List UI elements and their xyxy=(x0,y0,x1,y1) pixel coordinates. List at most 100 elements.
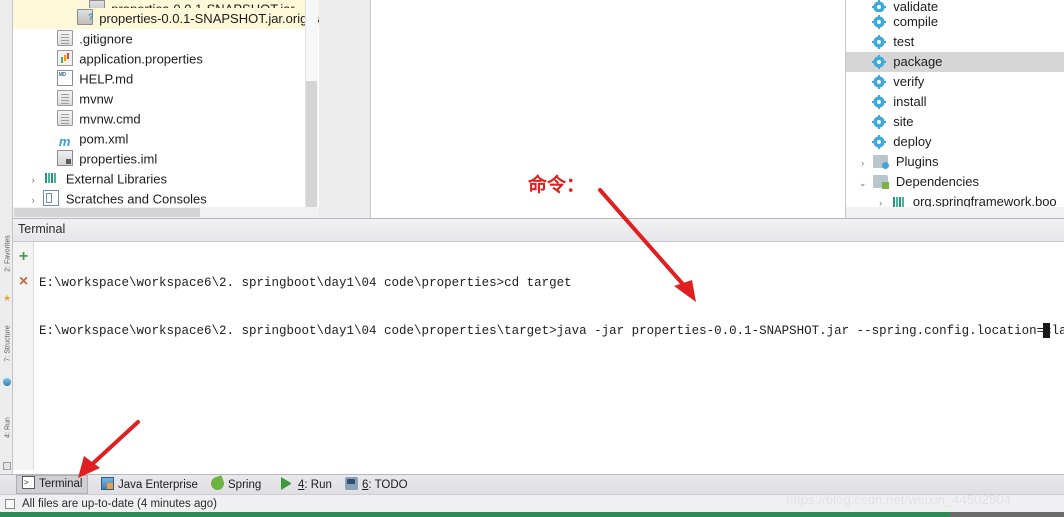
maven-row[interactable]: validate xyxy=(846,0,1064,12)
gear-icon xyxy=(871,115,886,129)
terminal-line: E:\workspace\workspace6\2. springboot\da… xyxy=(39,276,572,290)
left-strip-tab-2[interactable]: 4: Run xyxy=(5,398,12,458)
chevron-right-icon[interactable]: › xyxy=(856,153,870,173)
gear-icon xyxy=(871,15,886,29)
maven-goal-label: test xyxy=(893,34,915,49)
terminal-line: E:\workspace\workspace6\2. springboot\da… xyxy=(39,324,1064,338)
jar-icon xyxy=(88,0,105,8)
tree-row[interactable]: mvnw.cmd xyxy=(13,109,319,129)
chevron-right-icon[interactable]: › xyxy=(27,170,40,190)
bottom-tab-run[interactable]: 4: Run xyxy=(276,475,337,495)
iml-file-icon xyxy=(56,150,73,166)
spring-leaf-icon xyxy=(209,475,226,492)
star-icon: ★ xyxy=(3,293,12,303)
terminal-title: Terminal xyxy=(18,222,66,236)
tree-item-label: application.properties xyxy=(79,51,203,67)
todo-icon xyxy=(345,477,358,490)
chevron-right-icon[interactable]: › xyxy=(874,193,888,207)
bottom-tab-label: : TODO xyxy=(368,479,408,491)
maven-group-label: Plugins xyxy=(895,154,939,169)
folder-icon xyxy=(873,175,890,189)
maven-panel-footer xyxy=(846,207,1064,218)
bottom-tab-label: Spring xyxy=(228,479,262,491)
sync-status-icon xyxy=(5,499,15,509)
ide-window: 2: Favorites ★ 7: Structure 4: Run prope… xyxy=(0,0,1064,517)
maven-tool-window[interactable]: validate compile test package verify ins… xyxy=(846,0,1064,207)
tree-item-label: pom.xml xyxy=(79,131,129,147)
maven-row[interactable]: site xyxy=(846,112,1064,132)
project-tree[interactable]: properties-0.0.1-SNAPSHOT.jar properties… xyxy=(13,0,319,207)
maven-group-label: Dependencies xyxy=(895,174,979,189)
file-icon xyxy=(56,90,73,106)
run-icon xyxy=(281,477,294,490)
terminal-gutter: + × xyxy=(13,242,34,470)
add-terminal-button[interactable]: + xyxy=(16,249,31,265)
bottom-tab-todo[interactable]: 6: TODO xyxy=(340,475,413,495)
gear-icon xyxy=(871,0,886,12)
tree-row[interactable]: HELP.md xyxy=(13,65,319,89)
project-vertical-scrollbar-thumb[interactable] xyxy=(306,81,317,207)
bottom-tool-bar: Terminal Java Enterprise Spring 4: Run 6… xyxy=(0,474,1064,494)
scratch-icon xyxy=(43,190,60,206)
tree-row[interactable]: mvnw xyxy=(13,89,319,109)
left-gap-panel xyxy=(319,0,371,218)
maven-goal-label: validate xyxy=(893,0,939,12)
tree-item-label: mvnw.cmd xyxy=(79,111,141,127)
chevron-right-icon[interactable]: › xyxy=(27,190,40,207)
left-strip-tab-1[interactable]: 7: Structure xyxy=(5,314,12,374)
maven-row[interactable]: install xyxy=(846,92,1064,112)
maven-goal-label: install xyxy=(893,94,927,109)
maven-pom-icon: m xyxy=(58,134,71,149)
tree-row[interactable]: › External Libraries xyxy=(13,169,319,189)
markdown-file-icon xyxy=(56,65,73,86)
tree-item-label: HELP.md xyxy=(79,71,134,87)
tree-row[interactable]: › Scratches and Consoles xyxy=(13,189,319,207)
terminal-header[interactable]: Terminal xyxy=(13,218,1064,242)
java-enterprise-icon xyxy=(101,477,114,490)
tree-row[interactable]: properties.iml xyxy=(13,149,319,169)
taskbar-strip xyxy=(0,512,1064,517)
file-icon xyxy=(56,110,73,126)
maven-row-dependency[interactable]: › org.springframework.boo xyxy=(846,192,1064,207)
close-terminal-button[interactable]: × xyxy=(16,274,31,290)
tree-row[interactable]: properties-0.0.1-SNAPSHOT.jar.original xyxy=(13,8,319,29)
maven-row[interactable]: test xyxy=(846,32,1064,52)
file-icon xyxy=(56,30,73,46)
bottom-tab-terminal[interactable]: Terminal xyxy=(16,474,89,494)
tree-item-label: .gitignore xyxy=(79,31,133,47)
bottom-tab-spring[interactable]: Spring xyxy=(206,475,266,495)
bottom-tab-java-enterprise[interactable]: Java Enterprise xyxy=(96,475,203,495)
maven-row[interactable]: deploy xyxy=(846,132,1064,152)
left-tool-strip[interactable]: 2: Favorites ★ 7: Structure 4: Run xyxy=(0,0,13,474)
terminal-caret xyxy=(1043,323,1050,338)
library-icon xyxy=(891,195,905,207)
tree-item-label: properties.iml xyxy=(79,151,158,167)
maven-goal-label: site xyxy=(893,114,914,129)
left-strip-tab-0[interactable]: 2: Favorites xyxy=(5,224,12,284)
watermark: https://blog.csdn.net/weixin_44502804 xyxy=(786,492,1011,507)
bottom-tab-label: : Run xyxy=(304,479,332,491)
tree-row[interactable]: .gitignore xyxy=(13,29,319,49)
maven-goal-label: verify xyxy=(893,74,925,89)
maven-row[interactable]: compile xyxy=(846,12,1064,32)
library-icon xyxy=(43,170,59,186)
bottom-tab-label: Terminal xyxy=(39,478,83,490)
terminal-output[interactable]: E:\workspace\workspace6\2. springboot\da… xyxy=(34,242,1064,470)
maven-dependency-label: org.springframework.boo xyxy=(912,194,1057,207)
tree-row[interactable]: properties-0.0.1-SNAPSHOT.jar xyxy=(13,0,319,8)
maven-row-dependencies[interactable]: ⌄ Dependencies xyxy=(846,172,1064,192)
maven-row[interactable]: verify xyxy=(846,72,1064,92)
gear-icon xyxy=(871,35,886,49)
editor-area[interactable] xyxy=(371,0,845,218)
tree-item-label: mvnw xyxy=(79,91,114,107)
globe-icon xyxy=(3,378,11,386)
gear-icon xyxy=(871,135,886,149)
maven-row-package[interactable]: package xyxy=(846,52,1064,72)
project-horizontal-scrollbar-thumb[interactable] xyxy=(14,208,200,217)
maven-goal-label: deploy xyxy=(893,134,932,149)
status-message: All files are up-to-date (4 minutes ago) xyxy=(22,498,217,510)
chevron-down-icon[interactable]: ⌄ xyxy=(856,173,870,193)
maven-row-plugins[interactable]: › Plugins xyxy=(846,152,1064,172)
tree-row[interactable]: m pom.xml xyxy=(13,129,319,149)
maven-goal-label: compile xyxy=(893,14,939,29)
